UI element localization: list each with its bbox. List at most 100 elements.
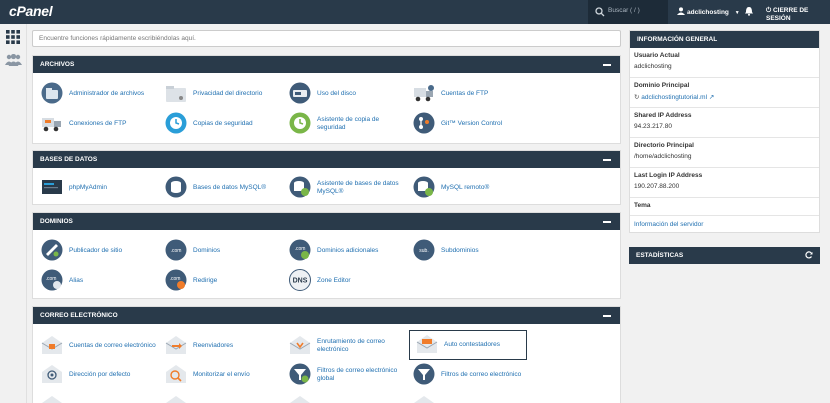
- users-icon[interactable]: [5, 54, 22, 66]
- info-current-user: Usuario Actual adclichosting: [630, 48, 819, 78]
- logout-label: CIERRE DE SESIÓN: [766, 7, 809, 22]
- addon-domains-icon: .com: [289, 239, 311, 261]
- remote-mysql-icon: [413, 176, 435, 198]
- grid-icon[interactable]: [6, 30, 20, 44]
- info-label: Dominio Principal: [634, 82, 690, 89]
- top-bar: cPanel Buscar ( / ) adclichosting ▼ ⏻ CI…: [0, 0, 830, 24]
- item-label: Enrutamiento de correo electrónico: [317, 337, 385, 353]
- item-git[interactable]: Git™ Version Control: [407, 110, 527, 138]
- item-backup[interactable]: Copias de seguridad: [159, 110, 279, 138]
- item-disk-usage[interactable]: Uso del disco: [283, 80, 403, 108]
- section-header-archivos[interactable]: ARCHIVOS: [33, 56, 620, 73]
- ftp-connections-icon: [42, 118, 61, 132]
- logout-button[interactable]: ⏻ CIERRE DE SESIÓN: [766, 7, 830, 22]
- collapse-icon[interactable]: [603, 311, 611, 319]
- envelope-icon: [290, 396, 310, 403]
- ftp-accounts-icon: [414, 85, 434, 102]
- collapse-icon[interactable]: [603, 217, 611, 225]
- item-label: Administrador de archivos: [69, 89, 145, 97]
- item-email-accounts[interactable]: Cuentas de correo electrónico: [35, 332, 156, 360]
- envelope-icon: [166, 396, 186, 403]
- statistics-title: ESTADÍSTICAS: [636, 252, 684, 259]
- item-label: MySQL remoto®: [441, 183, 490, 191]
- item-ftp-accounts[interactable]: Cuentas de FTP: [407, 80, 527, 108]
- backup-wizard-icon: [289, 112, 311, 134]
- section-title: ARCHIVOS: [40, 61, 75, 68]
- section-dominios: DOMINIOS Publicador de sitio .com Domini…: [32, 212, 621, 299]
- item-directory-privacy[interactable]: Privacidad del directorio: [159, 80, 279, 108]
- info-label: Directorio Principal: [634, 142, 694, 149]
- item-backup-wizard[interactable]: Asistente de copia de seguridad: [283, 110, 403, 138]
- info-shared-ip: Shared IP Address 94.23.217.80: [630, 108, 819, 138]
- item-file-manager[interactable]: Administrador de archivos: [35, 80, 155, 108]
- info-primary-domain: Dominio Principal ↻ adclichostingtutoria…: [630, 78, 819, 108]
- info-home-directory: Directorio Principal /home/adclichosting: [630, 138, 819, 168]
- section-title: DOMINIOS: [40, 218, 73, 225]
- item-label: Redirige: [193, 276, 218, 284]
- item-label: Conexiones de FTP: [69, 119, 127, 127]
- item-redirects[interactable]: .com Redirige: [159, 267, 279, 295]
- primary-domain-link[interactable]: ↻ adclichostingtutorial.ml ↗: [634, 93, 815, 101]
- item-track-delivery[interactable]: Monitorizar el envío: [159, 361, 279, 389]
- item-label: Cuentas de correo electrónico: [69, 341, 156, 349]
- item-label: Filtros de correo electrónico: [441, 370, 522, 378]
- user-menu[interactable]: adclichosting ▼: [677, 7, 740, 16]
- item-email-routing[interactable]: Enrutamiento de correo electrónico: [283, 332, 403, 360]
- general-info-title: INFORMACIÓN GENERAL: [630, 31, 819, 48]
- email-routing-icon: [289, 336, 311, 354]
- item-addon-domains[interactable]: .com Dominios adicionales: [283, 237, 403, 265]
- refresh-icon[interactable]: [805, 251, 813, 259]
- item-subdomains[interactable]: sub. Subdominios: [407, 237, 527, 265]
- statistics-panel-header[interactable]: ESTADÍSTICAS: [629, 247, 820, 264]
- section-header-bases[interactable]: BASES DE DATOS: [33, 151, 620, 168]
- info-label: Last Login IP Address: [634, 172, 703, 179]
- autoresponders-icon: [416, 335, 438, 353]
- item-global-filters[interactable]: Filtros de correo electrónico global: [283, 361, 403, 389]
- item-site-publisher[interactable]: Publicador de sitio: [35, 237, 155, 265]
- info-label: Tema: [634, 202, 651, 209]
- item-phpmyadmin[interactable]: phpMyAdmin: [35, 174, 155, 202]
- item-label: Filtros de correo electrónico global: [317, 366, 398, 382]
- file-manager-icon: [41, 82, 63, 104]
- collapse-icon[interactable]: [603, 60, 611, 68]
- item-mysql-databases[interactable]: Bases de datos MySQL®: [159, 174, 279, 202]
- svg-text:.com: .com: [295, 246, 306, 252]
- item-label: Subdominios: [441, 246, 479, 254]
- item-aliases[interactable]: .com Alias: [35, 267, 155, 295]
- info-label: Shared IP Address: [634, 112, 692, 119]
- info-value: adclichostingtutorial.ml: [641, 94, 708, 101]
- search-icon: [595, 7, 605, 17]
- envelope-icon: [414, 396, 434, 403]
- item-ftp-connections[interactable]: Conexiones de FTP: [35, 110, 155, 138]
- item-domains[interactable]: .com Dominios: [159, 237, 279, 265]
- zone-editor-icon: DNS: [289, 269, 311, 291]
- left-rail: [0, 24, 27, 403]
- top-search[interactable]: Buscar ( / ): [588, 0, 668, 24]
- track-delivery-icon: [166, 365, 186, 383]
- section-title: BASES DE DATOS: [40, 156, 98, 163]
- item-label: Dirección por defecto: [69, 370, 131, 378]
- cpanel-logo[interactable]: cPanel: [9, 3, 53, 19]
- item-autoresponders[interactable]: Auto contestadores: [409, 330, 527, 360]
- server-info-link[interactable]: Información del servidor: [630, 216, 819, 232]
- item-remote-mysql[interactable]: MySQL remoto®: [407, 174, 527, 202]
- item-label: Cuentas de FTP: [441, 89, 489, 97]
- feature-search-input[interactable]: Encuentre funciones rápidamente escribié…: [32, 30, 621, 47]
- global-filters-icon: [289, 363, 311, 385]
- mysql-databases-icon: [165, 176, 187, 198]
- item-zone-editor[interactable]: DNS Zone Editor: [283, 267, 403, 295]
- section-header-correo[interactable]: CORREO ELECTRÓNICO: [33, 307, 620, 324]
- collapse-icon[interactable]: [603, 155, 611, 163]
- phpmyadmin-icon: [42, 180, 62, 194]
- info-theme: Tema: [630, 198, 819, 216]
- section-header-dominios[interactable]: DOMINIOS: [33, 213, 620, 230]
- logout-icon: ⏻: [766, 7, 772, 14]
- item-forwarders[interactable]: Reenviadores: [159, 332, 279, 360]
- item-label: Dominios adicionales: [317, 246, 379, 254]
- bell-icon[interactable]: [744, 6, 754, 16]
- item-label: Auto contestadores: [444, 340, 501, 348]
- item-label: phpMyAdmin: [69, 183, 107, 191]
- item-default-address[interactable]: Dirección por defecto: [35, 361, 155, 389]
- item-email-filters[interactable]: Filtros de correo electrónico: [407, 361, 527, 389]
- item-mysql-wizard[interactable]: Asistente de bases de datos MySQL®: [283, 174, 403, 202]
